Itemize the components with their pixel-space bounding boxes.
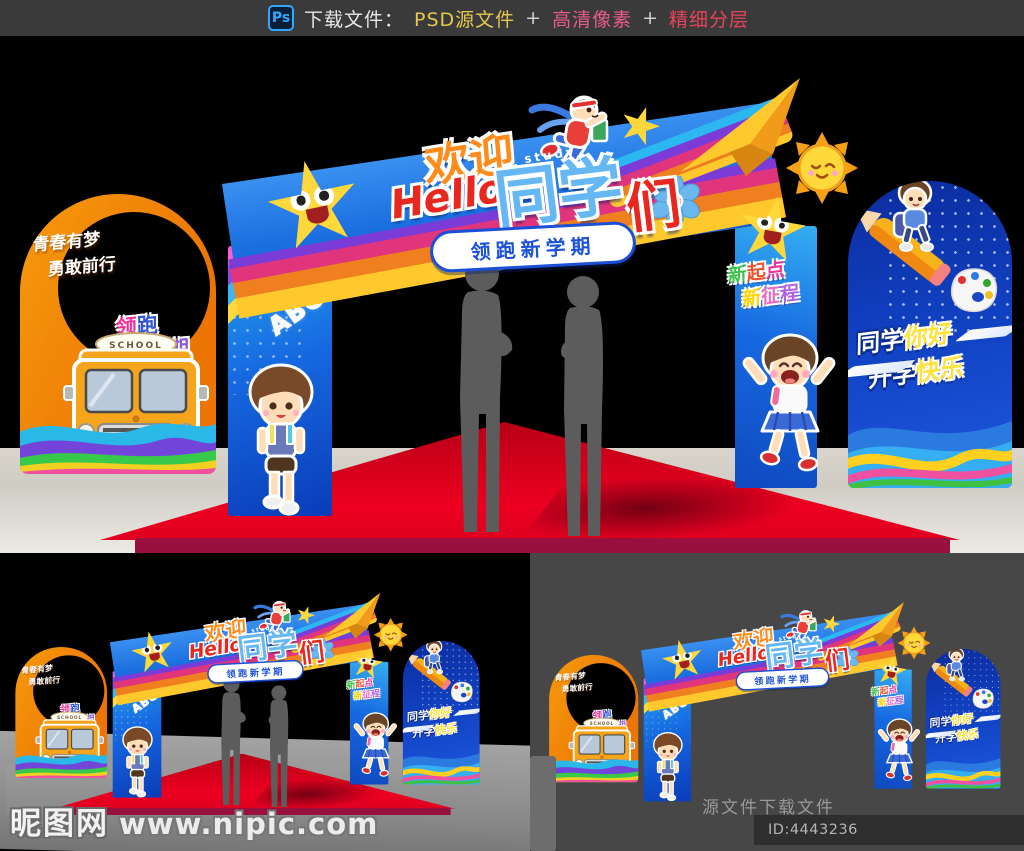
rp-char: 程 — [371, 687, 381, 700]
rp-char: 征 — [886, 695, 896, 707]
color-waves — [15, 754, 108, 778]
thumbnail-flat-view[interactable]: 青春有梦 勇敢前行 领跑 新学期 SCHOOL — [530, 553, 1024, 851]
jumping-girl-cartoon — [877, 718, 921, 782]
fine-layers-link[interactable]: 精细分层 — [669, 5, 749, 32]
rp-char: 新 — [877, 696, 887, 708]
new-journey-text: 新起点 新征程 — [871, 683, 903, 710]
greet-word: 快乐 — [956, 727, 979, 743]
rp-char: 点 — [765, 258, 785, 283]
arch-scene: 青春有梦 勇敢前行 领跑 新学期 SCHOOL — [540, 583, 1006, 818]
jumping-girl-cartoon — [353, 712, 397, 777]
rp-char: 新 — [353, 689, 363, 702]
plus-sign: + — [525, 7, 543, 29]
paint-palette-icon — [451, 681, 473, 703]
scene-clone-left: 青春有梦 勇敢前行 领跑 新学期 SCHOOL — [6, 573, 486, 815]
arch-scene: 青春有梦 勇敢前行 领跑 新学期 SCHOOL — [0, 36, 1024, 553]
color-waves — [549, 759, 639, 783]
color-waves — [925, 758, 1001, 789]
jumping-girl-cartoon — [742, 333, 836, 472]
rp-char: 起 — [746, 260, 766, 286]
people-silhouettes — [221, 676, 289, 807]
left-orange-panel: 青春有梦 勇敢前行 领跑 新学期 SCHOOL — [549, 654, 639, 783]
right-blue-panel: 同学你好 开学快乐 — [925, 648, 1001, 789]
rp-char: 新 — [727, 262, 748, 288]
nipic-url: www.nipic.com — [119, 807, 379, 841]
rp-char: 征 — [362, 688, 372, 701]
rp-char: 新 — [346, 679, 356, 691]
greet-word: 你好 — [903, 319, 952, 354]
nipic-logo: 昵图网 — [10, 806, 109, 842]
slogan-line1: 青春有梦 — [32, 229, 101, 256]
rp-char: 起 — [879, 685, 889, 697]
plus-sign: + — [642, 7, 660, 29]
rp-char: 点 — [888, 684, 898, 696]
youth-slogan: 青春有梦 勇敢前行 — [32, 226, 117, 285]
rp-char: 新 — [871, 686, 880, 698]
greet-word: 同学 — [856, 324, 905, 360]
color-waves — [20, 423, 216, 474]
main-render-view: 青春有梦 勇敢前行 领跑 新学期 SCHOOL — [0, 36, 1024, 553]
psd-source-link[interactable]: PSD源文件 — [414, 5, 515, 32]
sun-icon — [897, 626, 931, 660]
greet-word: 快乐 — [915, 353, 964, 388]
boy-riding-pencil-cartoon — [892, 181, 934, 252]
gray-block — [530, 756, 556, 851]
new-journey-text: 新起点 新征程 — [347, 676, 380, 703]
right-blue-panel: 同学你好 开学快乐 — [402, 640, 480, 785]
rp-char: 起 — [355, 678, 365, 690]
slogan-line1: 青春有梦 — [554, 671, 586, 683]
walking-boy-cartoon — [122, 726, 153, 798]
new-semester-pill: 领跑新学期 — [735, 667, 830, 691]
left-orange-panel: 青春有梦 勇敢前行 领跑 新学期 SCHOOL — [20, 194, 216, 474]
slogan-line1: 青春有梦 — [21, 663, 53, 676]
right-blue-panel: 同学你好 开学快乐 — [848, 181, 1012, 488]
rp-char: 新 — [742, 285, 762, 311]
photoshop-icon: Ps — [268, 5, 294, 31]
watermark[interactable]: 昵图网 www.nipic.com — [10, 798, 378, 843]
scene-clone-right: 青春有梦 勇敢前行 领跑 新学期 SCHOOL — [540, 583, 1006, 818]
rp-char: 程 — [779, 281, 800, 306]
youth-slogan: 青春有梦 勇敢前行 — [554, 670, 593, 697]
paint-palette-icon — [972, 688, 994, 709]
thumbnail-perspective-view[interactable]: 青春有梦 勇敢前行 领跑 新学期 SCHOOL — [0, 553, 530, 851]
rp-char: 征 — [761, 283, 781, 309]
download-banner: Ps 下载文件： PSD源文件 + 高清像素 + 精细分层 — [0, 0, 1024, 36]
people-silhouettes — [460, 257, 603, 536]
rp-char: 程 — [894, 694, 904, 706]
color-waves — [848, 421, 1012, 488]
new-journey-text: 新起点 新征程 — [728, 256, 799, 314]
youth-slogan: 青春有梦 勇敢前行 — [21, 662, 61, 689]
download-label: 下载文件： — [304, 8, 405, 31]
sun-icon — [786, 132, 858, 204]
sun-icon — [373, 617, 408, 652]
rp-char: 点 — [364, 677, 374, 689]
greet-word: 快乐 — [434, 721, 458, 738]
boy-riding-pencil-cartoon — [946, 648, 965, 682]
walking-boy-cartoon — [248, 363, 314, 516]
boy-riding-pencil-cartoon — [423, 640, 444, 675]
walking-boy-cartoon — [653, 732, 683, 802]
paint-palette-icon — [950, 268, 998, 313]
file-id-bar: ID:4443236 NO:20240808170641369124 — [754, 815, 1024, 845]
hd-pixels-link[interactable]: 高清像素 — [552, 5, 632, 32]
left-orange-panel: 青春有梦 勇敢前行 领跑 新学期 SCHOOL — [15, 646, 108, 778]
color-waves — [402, 753, 480, 785]
arch-scene: 青春有梦 勇敢前行 领跑 新学期 SCHOOL — [6, 573, 486, 815]
